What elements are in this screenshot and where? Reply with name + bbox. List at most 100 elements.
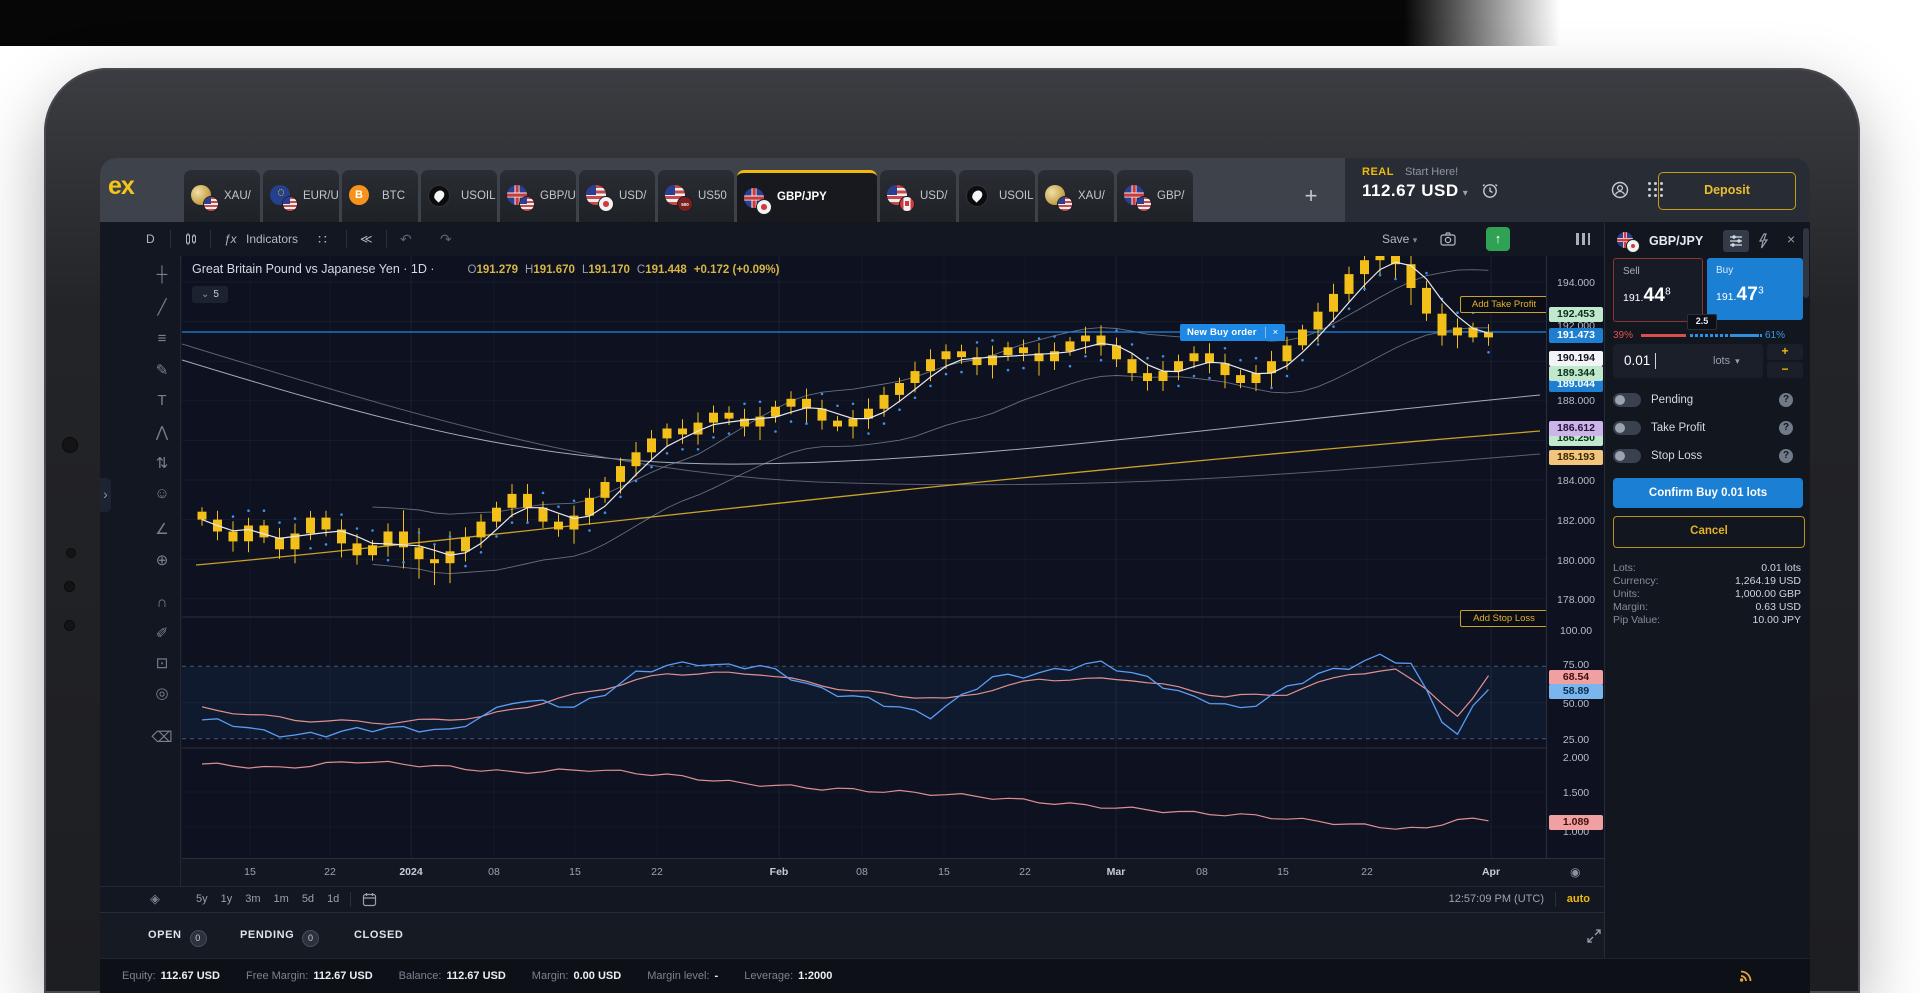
volume-increase-button[interactable]: + [1767, 344, 1803, 360]
buy-button[interactable]: Buy 191.473 [1707, 258, 1803, 320]
tab-closed-positions[interactable]: CLOSED [354, 929, 403, 941]
auto-scale-button[interactable]: auto [1567, 893, 1590, 905]
range-1d[interactable]: 1d [327, 893, 339, 905]
undo-icon[interactable]: ↶ [400, 222, 412, 256]
legend-collapse-chip[interactable]: ⌄5 [192, 286, 228, 303]
text-icon[interactable]: T [150, 392, 174, 409]
price-chart-svg[interactable] [182, 256, 1546, 858]
range-5d[interactable]: 5d [302, 893, 314, 905]
add-instrument-button[interactable]: + [1296, 182, 1326, 212]
help-icon[interactable]: ? [1779, 449, 1793, 463]
columns-icon[interactable] [1576, 233, 1590, 245]
symbol-tab-xau[interactable]: XAU/ [184, 170, 260, 222]
timeframe-button[interactable]: D [146, 222, 155, 256]
symbol-tab-us50[interactable]: 500US50 [658, 170, 734, 222]
trend-line-icon[interactable]: ╱ [150, 298, 174, 316]
chart-type-icon[interactable] [184, 232, 198, 246]
hide-drawings-icon[interactable]: ◎ [150, 684, 174, 702]
volume-decrease-button[interactable]: − [1767, 362, 1803, 378]
fib-retracement-icon[interactable]: ≡ [150, 330, 174, 347]
deposit-button[interactable]: Deposit [1658, 172, 1796, 210]
connection-status-icon [1738, 967, 1754, 983]
price-label-100.00: 100.00 [1549, 624, 1603, 639]
toggle-stop-loss[interactable] [1613, 449, 1641, 463]
price-label-185.193: 185.193 [1549, 450, 1603, 465]
symbol-tab-euru[interactable]: EUR/U [263, 170, 339, 222]
magnet-icon[interactable]: ∩ [150, 594, 174, 611]
xabcd-pattern-icon[interactable]: ⋀ [150, 423, 174, 441]
tab-label: GBP/JPY [777, 191, 827, 203]
measure-icon[interactable]: ∠ [150, 520, 174, 538]
chart-canvas[interactable] [182, 256, 1546, 858]
toggle-pending[interactable] [1613, 393, 1641, 407]
symbol-tab-usoil[interactable]: USOIL [421, 170, 497, 222]
close-icon[interactable]: × [1265, 327, 1279, 338]
price-axis[interactable]: 194.000192.453192.000191.473190.194189.3… [1546, 256, 1605, 858]
symbol-tab-usoil[interactable]: USOIL [959, 170, 1035, 222]
crosshair-icon[interactable]: ┼ [150, 266, 174, 283]
range-3m[interactable]: 3m [245, 893, 260, 905]
exness-logo[interactable]: ex [108, 172, 134, 201]
sell-button[interactable]: Sell 191.448 [1613, 258, 1703, 322]
lots-unit-dropdown[interactable]: lots▾ [1713, 355, 1740, 367]
fx-icon[interactable]: ƒx [224, 222, 237, 256]
watchlist-expand-chevron[interactable]: › [100, 478, 111, 512]
sell-sentiment-percent: 39% [1613, 330, 1633, 341]
help-icon[interactable]: ? [1779, 393, 1793, 407]
redo-icon[interactable]: ↷ [440, 222, 452, 256]
symbol-tab-gbpjpy[interactable]: GBP/JPY [737, 170, 877, 225]
add-stop-loss-button[interactable]: Add Stop Loss [1460, 610, 1548, 627]
session-clock[interactable]: 12:57:09 PM (UTC) [1449, 893, 1544, 905]
range-1m[interactable]: 1m [274, 893, 289, 905]
one-click-trading-button[interactable] [1751, 230, 1777, 252]
tab-open-positions[interactable]: OPEN0 [148, 929, 207, 947]
time-axis[interactable]: ◉ 15222024081522Feb081522Mar081522Apr [182, 858, 1604, 887]
chart-title[interactable]: Great Britain Pound vs Japanese Yen · 1D… [192, 262, 435, 276]
indicators-button[interactable]: Indicators [246, 222, 298, 256]
symbol-tab-gbpu[interactable]: GBP/U [500, 170, 576, 222]
symbol-tab-xau[interactable]: XAU/ [1038, 170, 1114, 222]
new-buy-order-tag[interactable]: New Buy order× [1180, 324, 1285, 341]
camera-icon[interactable] [1440, 232, 1456, 246]
axis-settings-icon[interactable]: ◉ [1570, 865, 1580, 879]
detail-label: Margin: [1613, 601, 1648, 613]
sentiment-gauge [1641, 334, 1759, 337]
publish-idea-button[interactable]: ↑ [1486, 227, 1510, 251]
ohlc-value: 191.279 [476, 264, 518, 276]
symbol-tab-gbp[interactable]: GBP/ [1117, 170, 1193, 222]
brush-icon[interactable]: ✎ [150, 361, 174, 379]
drawing-mode-icon[interactable]: ✐ [150, 624, 174, 642]
tab-label: EUR/U [303, 190, 339, 202]
layers-icon[interactable]: ◈ [150, 891, 160, 907]
replay-icon[interactable]: ≪ [360, 222, 373, 256]
panel-scrollbar[interactable] [1803, 228, 1809, 298]
help-icon[interactable]: ? [1779, 421, 1793, 435]
price-label-58.89: 58.89 [1549, 684, 1603, 699]
expand-icon[interactable] [1586, 928, 1602, 944]
delete-drawings-icon[interactable]: ⌫ [150, 728, 174, 746]
symbol-tab-btc[interactable]: BBTC [342, 170, 418, 222]
toggle-take-profit[interactable] [1613, 421, 1641, 435]
panel-close-icon[interactable]: × [1787, 231, 1795, 247]
long-position-icon[interactable]: ⇅ [150, 454, 174, 472]
range-5y[interactable]: 5y [196, 893, 208, 905]
confirm-buy-button[interactable]: Confirm Buy 0.01 lots [1613, 478, 1803, 508]
tab-pending-positions[interactable]: PENDING0 [240, 929, 319, 947]
zoom-in-icon[interactable]: ⊕ [150, 551, 174, 569]
lock-drawings-icon[interactable]: ⊡ [150, 654, 174, 672]
range-1y[interactable]: 1y [221, 893, 233, 905]
ohlc-value: 191.448 [645, 264, 687, 276]
go-to-date-icon[interactable] [362, 892, 377, 907]
add-take-profit-button[interactable]: Add Take Profit [1460, 296, 1548, 313]
emoji-icon[interactable]: ☺ [150, 485, 174, 502]
volume-input[interactable]: 0.01 lots▾ [1613, 344, 1763, 378]
cancel-button[interactable]: Cancel [1613, 516, 1805, 548]
profile-icon[interactable] [1610, 180, 1630, 200]
symbol-tab-usd[interactable]: USD/ [579, 170, 655, 222]
layout-grid-icon[interactable]: ∷ [318, 222, 327, 256]
alarm-icon[interactable] [1480, 180, 1500, 200]
symbol-tab-usd[interactable]: USD/ [880, 170, 956, 222]
panel-settings-button[interactable] [1723, 230, 1749, 252]
save-button[interactable]: Save ▾ [1382, 222, 1417, 256]
detail-label: Currency: [1613, 575, 1659, 587]
